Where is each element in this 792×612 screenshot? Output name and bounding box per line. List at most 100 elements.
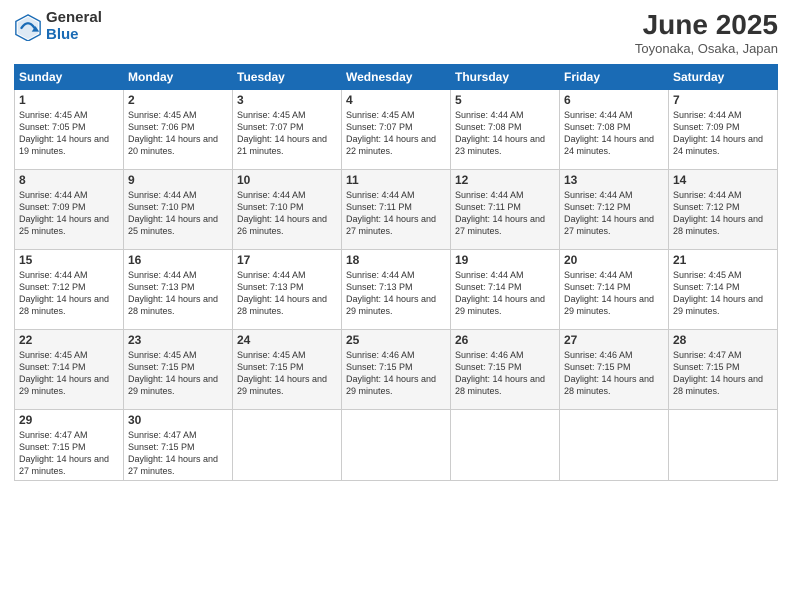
cell-info: Sunrise: 4:44 AMSunset: 7:11 PMDaylight:… [455,189,555,238]
day-number: 16 [128,253,228,267]
day-number: 9 [128,173,228,187]
logo-general-text: General [46,10,102,27]
cell-info: Sunrise: 4:45 AMSunset: 7:15 PMDaylight:… [237,349,337,398]
calendar-cell: 7 Sunrise: 4:44 AMSunset: 7:09 PMDaylight… [669,89,778,169]
day-number: 11 [346,173,446,187]
day-number: 12 [455,173,555,187]
calendar-week-2: 8 Sunrise: 4:44 AMSunset: 7:09 PMDaylight… [15,169,778,249]
day-number: 20 [564,253,664,267]
calendar-cell: 24 Sunrise: 4:45 AMSunset: 7:15 PMDayligh… [233,329,342,409]
calendar-cell: 16 Sunrise: 4:44 AMSunset: 7:13 PMDayligh… [124,249,233,329]
cell-info: Sunrise: 4:44 AMSunset: 7:09 PMDaylight:… [673,109,773,158]
day-number: 3 [237,93,337,107]
day-number: 8 [19,173,119,187]
calendar-cell: 8 Sunrise: 4:44 AMSunset: 7:09 PMDaylight… [15,169,124,249]
day-number: 30 [128,413,228,427]
calendar-cell: 25 Sunrise: 4:46 AMSunset: 7:15 PMDayligh… [342,329,451,409]
calendar-cell [342,409,451,481]
cell-info: Sunrise: 4:47 AMSunset: 7:15 PMDaylight:… [128,429,228,478]
day-number: 6 [564,93,664,107]
calendar-cell [233,409,342,481]
calendar-cell: 6 Sunrise: 4:44 AMSunset: 7:08 PMDaylight… [560,89,669,169]
calendar-cell: 1 Sunrise: 4:45 AMSunset: 7:05 PMDaylight… [15,89,124,169]
day-number: 4 [346,93,446,107]
day-number: 23 [128,333,228,347]
cell-info: Sunrise: 4:46 AMSunset: 7:15 PMDaylight:… [346,349,446,398]
calendar-week-4: 22 Sunrise: 4:45 AMSunset: 7:14 PMDayligh… [15,329,778,409]
day-number: 24 [237,333,337,347]
calendar-cell: 30 Sunrise: 4:47 AMSunset: 7:15 PMDayligh… [124,409,233,481]
page-container: General Blue June 2025 Toyonaka, Osaka, … [0,0,792,612]
day-number: 14 [673,173,773,187]
cell-info: Sunrise: 4:45 AMSunset: 7:07 PMDaylight:… [237,109,337,158]
calendar-cell: 9 Sunrise: 4:44 AMSunset: 7:10 PMDaylight… [124,169,233,249]
day-number: 26 [455,333,555,347]
day-number: 27 [564,333,664,347]
cell-info: Sunrise: 4:44 AMSunset: 7:08 PMDaylight:… [564,109,664,158]
cell-info: Sunrise: 4:46 AMSunset: 7:15 PMDaylight:… [564,349,664,398]
weekday-header-saturday: Saturday [669,64,778,89]
calendar-cell: 19 Sunrise: 4:44 AMSunset: 7:14 PMDayligh… [451,249,560,329]
weekday-header-monday: Monday [124,64,233,89]
calendar-cell: 17Sunrise: 4:44 AMSunset: 7:13 PMDayligh… [233,249,342,329]
cell-info: Sunrise: 4:44 AMSunset: 7:14 PMDaylight:… [564,269,664,318]
cell-info: Sunrise: 4:45 AMSunset: 7:14 PMDaylight:… [19,349,119,398]
calendar-cell: 3 Sunrise: 4:45 AMSunset: 7:07 PMDaylight… [233,89,342,169]
cell-info: Sunrise: 4:45 AMSunset: 7:05 PMDaylight:… [19,109,119,158]
calendar-cell: 26 Sunrise: 4:46 AMSunset: 7:15 PMDayligh… [451,329,560,409]
calendar-cell: 5 Sunrise: 4:44 AMSunset: 7:08 PMDaylight… [451,89,560,169]
weekday-header-wednesday: Wednesday [342,64,451,89]
weekday-header-sunday: Sunday [15,64,124,89]
calendar-cell: 23 Sunrise: 4:45 AMSunset: 7:15 PMDayligh… [124,329,233,409]
day-number: 10 [237,173,337,187]
calendar-cell: 21Sunrise: 4:45 AMSunset: 7:14 PMDayligh… [669,249,778,329]
day-number: 19 [455,253,555,267]
day-number: 5 [455,93,555,107]
day-number: 22 [19,333,119,347]
cell-info: Sunrise: 4:44 AMSunset: 7:12 PMDaylight:… [564,189,664,238]
calendar-cell: 18Sunrise: 4:44 AMSunset: 7:13 PMDayligh… [342,249,451,329]
cell-info: Sunrise: 4:44 AMSunset: 7:08 PMDaylight:… [455,109,555,158]
cell-info: Sunrise: 4:44 AMSunset: 7:13 PMDaylight:… [346,269,446,318]
cell-info: Sunrise: 4:44 AMSunset: 7:09 PMDaylight:… [19,189,119,238]
calendar-cell: 22 Sunrise: 4:45 AMSunset: 7:14 PMDayligh… [15,329,124,409]
calendar-cell [451,409,560,481]
calendar-cell: 2 Sunrise: 4:45 AMSunset: 7:06 PMDaylight… [124,89,233,169]
cell-info: Sunrise: 4:44 AMSunset: 7:12 PMDaylight:… [673,189,773,238]
cell-info: Sunrise: 4:45 AMSunset: 7:15 PMDaylight:… [128,349,228,398]
calendar-table: SundayMondayTuesdayWednesdayThursdayFrid… [14,64,778,482]
calendar-week-3: 15Sunrise: 4:44 AMSunset: 7:12 PMDayligh… [15,249,778,329]
calendar-cell [560,409,669,481]
calendar-cell: 27 Sunrise: 4:46 AMSunset: 7:15 PMDayligh… [560,329,669,409]
weekday-header-friday: Friday [560,64,669,89]
logo-text: General Blue [46,10,102,43]
calendar-week-1: 1 Sunrise: 4:45 AMSunset: 7:05 PMDaylight… [15,89,778,169]
calendar-cell: 10Sunrise: 4:44 AMSunset: 7:10 PMDayligh… [233,169,342,249]
month-title: June 2025 [635,10,778,41]
weekday-header-thursday: Thursday [451,64,560,89]
title-block: June 2025 Toyonaka, Osaka, Japan [635,10,778,56]
day-number: 28 [673,333,773,347]
cell-info: Sunrise: 4:45 AMSunset: 7:14 PMDaylight:… [673,269,773,318]
day-number: 2 [128,93,228,107]
calendar-week-5: 29Sunrise: 4:47 AMSunset: 7:15 PMDayligh… [15,409,778,481]
calendar-cell: 13Sunrise: 4:44 AMSunset: 7:12 PMDayligh… [560,169,669,249]
logo-blue-text: Blue [46,27,102,44]
cell-info: Sunrise: 4:44 AMSunset: 7:10 PMDaylight:… [128,189,228,238]
weekday-header-tuesday: Tuesday [233,64,342,89]
calendar-cell: 29Sunrise: 4:47 AMSunset: 7:15 PMDayligh… [15,409,124,481]
calendar-cell: 28Sunrise: 4:47 AMSunset: 7:15 PMDayligh… [669,329,778,409]
day-number: 25 [346,333,446,347]
calendar-cell: 12 Sunrise: 4:44 AMSunset: 7:11 PMDayligh… [451,169,560,249]
day-number: 7 [673,93,773,107]
cell-info: Sunrise: 4:44 AMSunset: 7:13 PMDaylight:… [237,269,337,318]
cell-info: Sunrise: 4:44 AMSunset: 7:11 PMDaylight:… [346,189,446,238]
cell-info: Sunrise: 4:45 AMSunset: 7:06 PMDaylight:… [128,109,228,158]
cell-info: Sunrise: 4:44 AMSunset: 7:13 PMDaylight:… [128,269,228,318]
cell-info: Sunrise: 4:44 AMSunset: 7:12 PMDaylight:… [19,269,119,318]
cell-info: Sunrise: 4:46 AMSunset: 7:15 PMDaylight:… [455,349,555,398]
cell-info: Sunrise: 4:44 AMSunset: 7:14 PMDaylight:… [455,269,555,318]
calendar-cell: 20 Sunrise: 4:44 AMSunset: 7:14 PMDayligh… [560,249,669,329]
day-number: 1 [19,93,119,107]
calendar-cell: 14 Sunrise: 4:44 AMSunset: 7:12 PMDayligh… [669,169,778,249]
